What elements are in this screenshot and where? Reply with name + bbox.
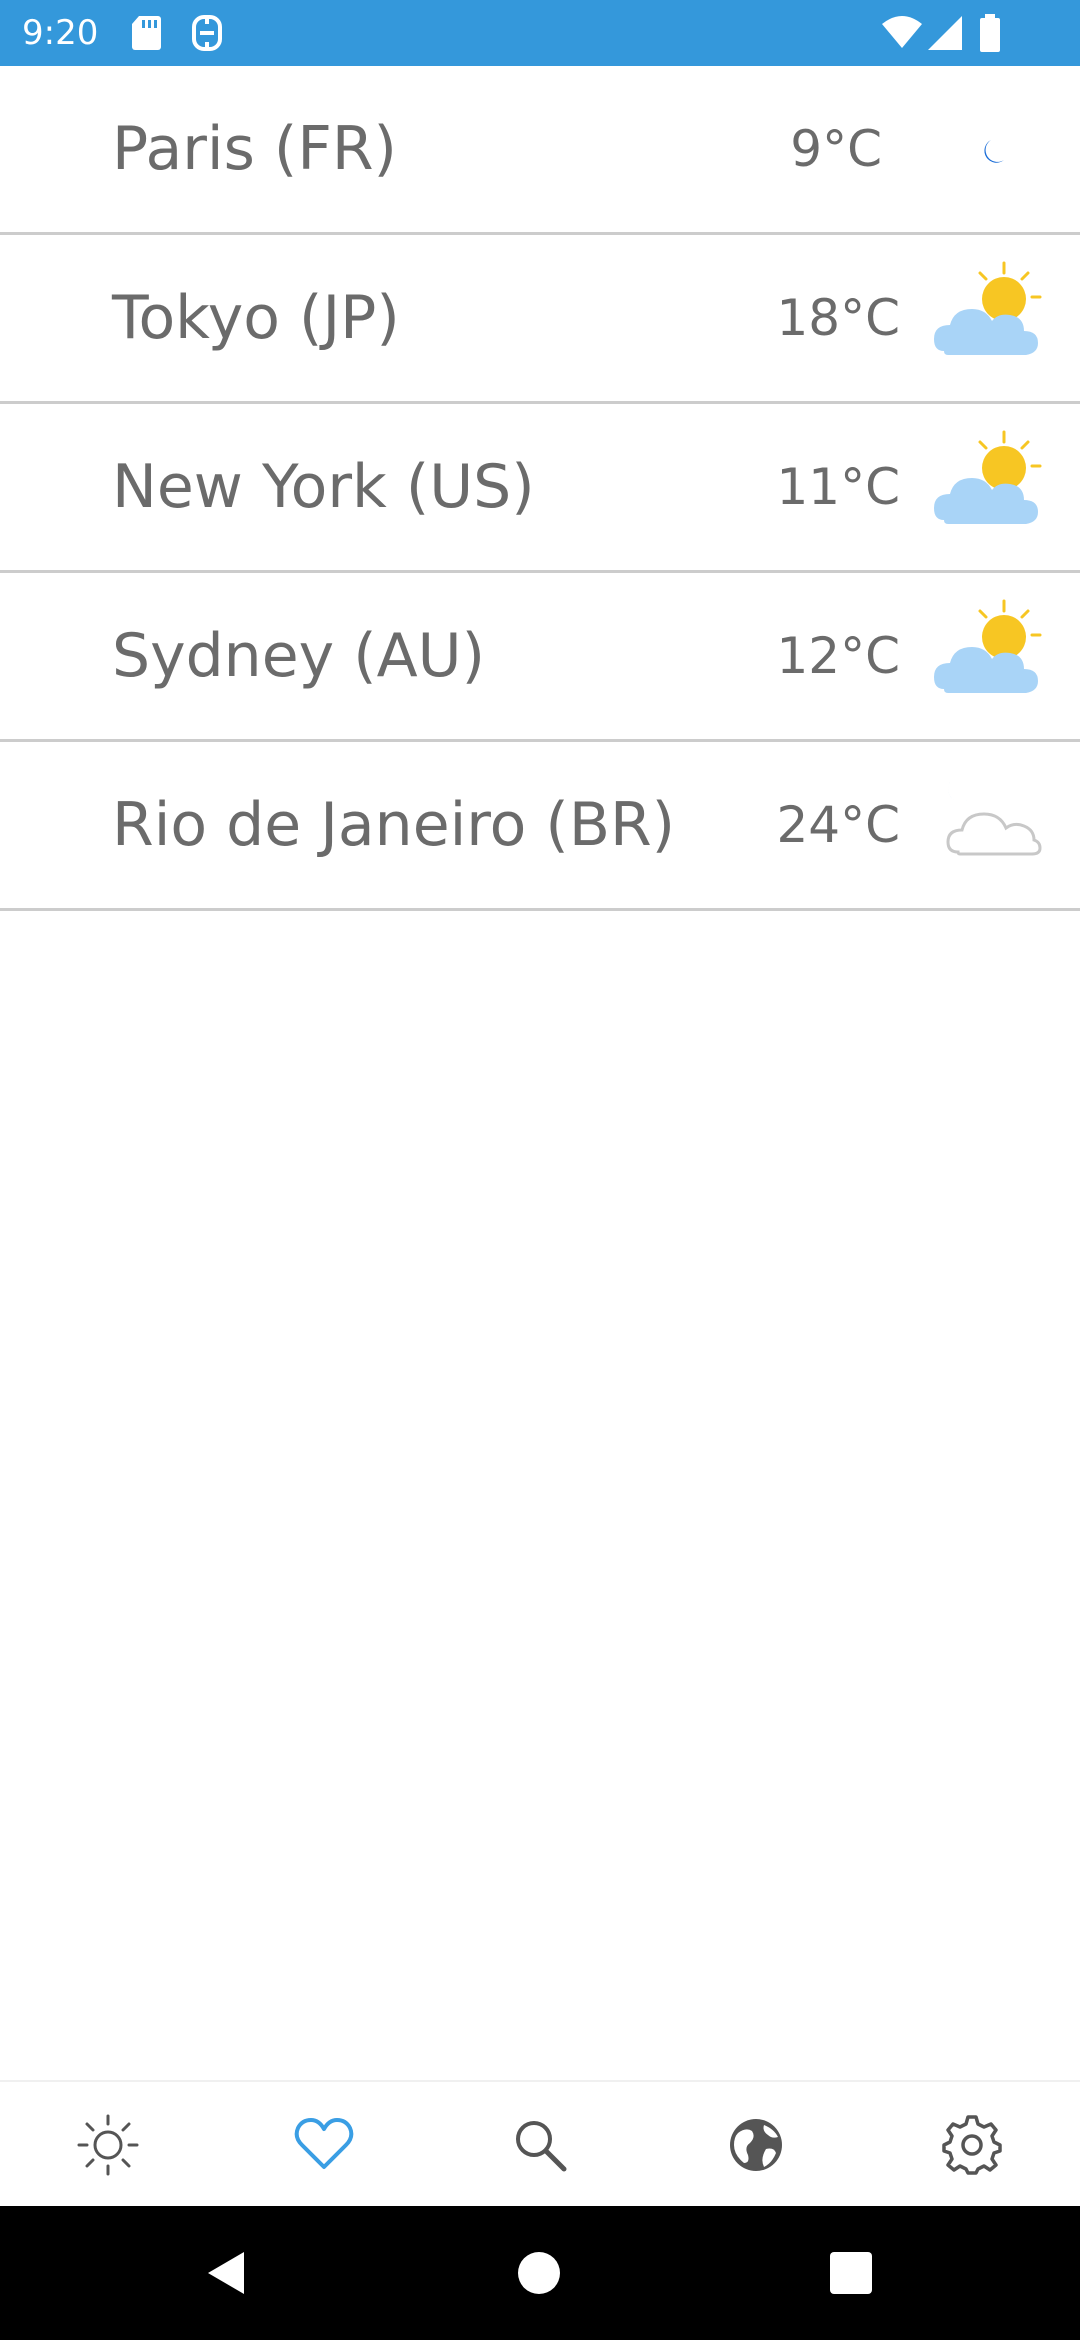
city-row-sydney[interactable]: Sydney (AU) 12°C — [0, 573, 1080, 742]
city-name: Paris (FR) — [112, 114, 397, 184]
nfc-icon — [190, 14, 224, 52]
heart-icon — [292, 2113, 356, 2177]
city-name: New York (US) — [112, 452, 535, 522]
sun-behind-cloud-icon — [928, 426, 1052, 550]
city-name: Tokyo (JP) — [112, 283, 400, 353]
back-button[interactable] — [194, 2240, 260, 2306]
battery-icon — [978, 14, 1002, 52]
search-icon — [508, 2113, 572, 2177]
bottom-navigation — [0, 2080, 1080, 2206]
status-bar: 9:20 — [0, 0, 1080, 66]
city-temperature: 12°C — [776, 627, 900, 685]
status-time: 9:20 — [22, 13, 99, 53]
city-row-rio-de-janeiro[interactable]: Rio de Janeiro (BR) 24°C — [0, 742, 1080, 911]
nav-favorites[interactable] — [216, 2082, 432, 2208]
city-list: Paris (FR) 9°C Tokyo (JP) 18°C New York … — [0, 66, 1080, 911]
sun-behind-cloud-icon — [928, 257, 1052, 381]
city-name: Sydney (AU) — [112, 621, 485, 691]
nav-weather[interactable] — [0, 2082, 216, 2208]
city-row-paris[interactable]: Paris (FR) 9°C — [0, 66, 1080, 235]
city-row-new-york[interactable]: New York (US) 11°C — [0, 404, 1080, 573]
home-button[interactable] — [506, 2240, 572, 2306]
sd-card-icon — [130, 14, 162, 52]
nav-search[interactable] — [432, 2082, 648, 2208]
globe-icon — [724, 2113, 788, 2177]
city-row-tokyo[interactable]: Tokyo (JP) 18°C — [0, 235, 1080, 404]
sun-outline-icon — [76, 2113, 140, 2177]
city-temperature: 11°C — [776, 458, 900, 516]
city-temperature: 9°C — [790, 120, 882, 178]
system-navigation-bar — [0, 2206, 1080, 2340]
city-temperature: 18°C — [776, 289, 900, 347]
signal-icon — [926, 14, 964, 52]
gear-icon — [940, 2113, 1004, 2177]
moon-icon — [928, 88, 1052, 212]
city-name: Rio de Janeiro (BR) — [112, 790, 676, 860]
nav-settings[interactable] — [864, 2082, 1080, 2208]
wifi-icon — [880, 14, 924, 52]
recents-button[interactable] — [818, 2240, 884, 2306]
moon-cloud-icon — [928, 764, 1052, 888]
sun-behind-cloud-icon — [928, 595, 1052, 719]
city-temperature: 24°C — [776, 796, 900, 854]
nav-globe[interactable] — [648, 2082, 864, 2208]
